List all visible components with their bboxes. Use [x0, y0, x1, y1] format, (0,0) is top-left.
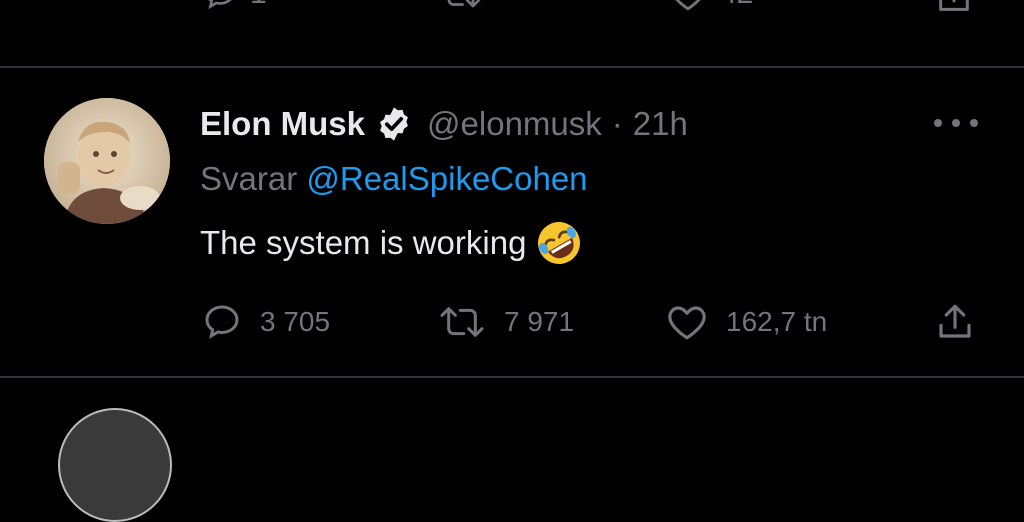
rolling-on-floor-laughing-emoji-icon	[538, 222, 581, 264]
like-button[interactable]: 162,7 tn	[666, 300, 827, 344]
tweet-divider	[0, 66, 1024, 68]
reply-icon	[205, 305, 239, 339]
retweet-icon	[440, 307, 484, 337]
like-count: 162,7 tn	[726, 306, 828, 337]
reply-icon	[208, 0, 232, 10]
previous-reply-button[interactable]: 1	[202, 0, 267, 12]
avatar-photo	[44, 98, 170, 224]
previous-retweet-button[interactable]	[440, 0, 482, 12]
retweet-count: 7 971	[504, 306, 575, 337]
previous-like-count: 42	[720, 0, 753, 11]
verified-badge-icon[interactable]	[375, 105, 413, 143]
author-handle[interactable]: @elonmusk	[427, 105, 602, 143]
reply-button[interactable]: 3 705	[202, 300, 330, 344]
previous-like-button[interactable]: 42	[668, 0, 753, 12]
retweet-icon	[447, 0, 481, 8]
tweet-header: Elon Musk @elonmusk · 21h	[200, 102, 688, 146]
retweet-button[interactable]: 7 971	[438, 300, 574, 344]
separator-dot: ·	[611, 105, 623, 142]
heart-icon	[675, 0, 701, 11]
previous-reply-count: 1	[250, 0, 267, 11]
heart-icon	[668, 306, 706, 340]
previous-tweet-actions: 1 42	[0, 0, 1024, 36]
reply-count: 3 705	[260, 306, 331, 337]
tweet-timestamp[interactable]: 21h	[633, 105, 688, 143]
replying-to: Svarar @RealSpikeCohen	[200, 160, 588, 198]
next-tweet-avatar[interactable]	[58, 408, 172, 522]
share-button[interactable]	[934, 300, 976, 344]
tweet-text: The system is working	[200, 224, 527, 261]
share-icon	[939, 0, 969, 11]
share-icon	[939, 304, 971, 338]
reply-mention-link[interactable]: @RealSpikeCohen	[306, 160, 587, 197]
previous-share-button[interactable]	[934, 0, 974, 16]
more-options-icon[interactable]	[934, 108, 978, 138]
tweet-body: The system is working	[200, 218, 584, 268]
reply-prefix: Svarar	[200, 160, 298, 197]
tweet-divider	[0, 376, 1024, 378]
author-name[interactable]: Elon Musk	[200, 105, 365, 143]
avatar[interactable]	[44, 98, 170, 224]
